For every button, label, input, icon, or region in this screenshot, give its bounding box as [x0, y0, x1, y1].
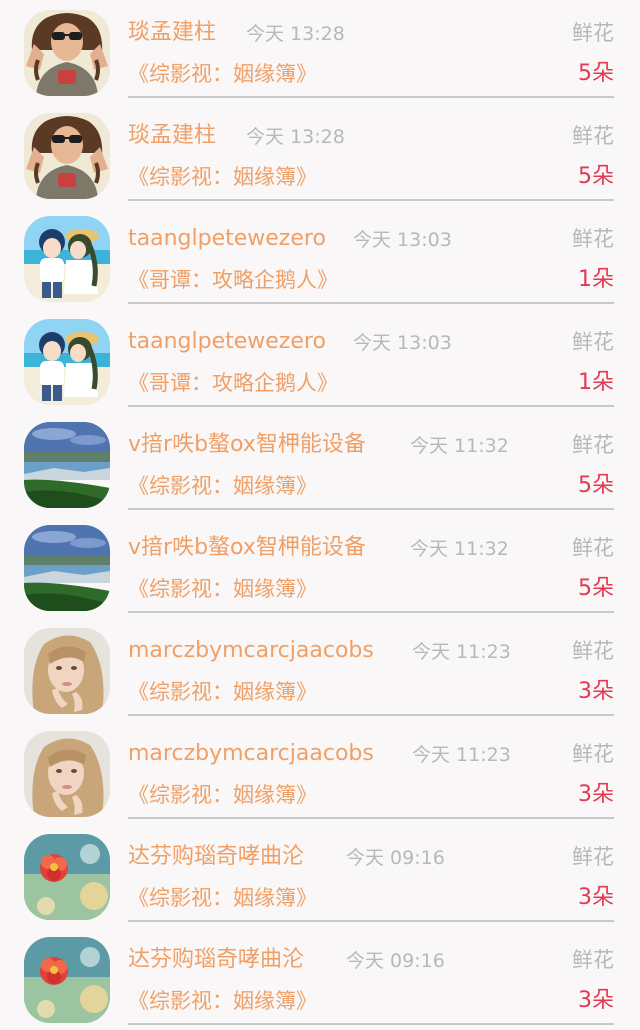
gift-type-label: 鲜花 [572, 330, 614, 354]
blonde-girl-avatar[interactable] [24, 731, 110, 817]
gift-time: 今天 13:03 [353, 332, 452, 354]
gift-type-label: 鲜花 [572, 845, 614, 869]
sender-name[interactable]: v揞r呹b螯ox智柙能设备 [128, 533, 366, 563]
gift-count: 1朵 [578, 370, 614, 395]
gift-record-row[interactable]: marczbymcarcjaacobs 今天 11:23 鲜花 《综影视：姻缘簿… [0, 618, 640, 721]
gift-type-label: 鲜花 [572, 227, 614, 251]
red-flower-icon [24, 937, 110, 1023]
anime-couple-beach-icon [24, 216, 110, 302]
red-flower-avatar[interactable] [24, 834, 110, 920]
gift-record-row[interactable]: taanglpetewezero 今天 13:03 鲜花 《哥谭：攻略企鹅人》 … [0, 206, 640, 309]
anime-couple-beach-avatar[interactable] [24, 216, 110, 302]
gift-record-list: 琰孟建柱 今天 13:28 鲜花 《综影视：姻缘簿》 5朵 琰孟建柱 今天 13… [0, 0, 640, 1028]
woman-sunglasses-icon [24, 10, 110, 96]
gift-count: 3朵 [578, 988, 614, 1013]
gift-type-label: 鲜花 [572, 742, 614, 766]
coastal-landscape-icon [24, 525, 110, 611]
row-divider [128, 199, 614, 201]
gift-time: 今天 11:23 [412, 641, 511, 663]
sender-name[interactable]: v揞r呹b螯ox智柙能设备 [128, 430, 366, 460]
coastal-landscape-avatar[interactable] [24, 422, 110, 508]
row-divider [128, 96, 614, 98]
sender-name[interactable]: 琰孟建柱 [128, 121, 216, 151]
gift-type-label: 鲜花 [572, 536, 614, 560]
row-divider [128, 817, 614, 819]
row-divider [128, 405, 614, 407]
gift-time: 今天 11:32 [410, 538, 509, 560]
gift-record-row[interactable]: marczbymcarcjaacobs 今天 11:23 鲜花 《综影视：姻缘簿… [0, 721, 640, 824]
sender-name[interactable]: taanglpetewezero [128, 224, 326, 254]
gift-count: 5朵 [578, 576, 614, 601]
gift-count: 1朵 [578, 267, 614, 292]
row-divider [128, 920, 614, 922]
row-divider [128, 611, 614, 613]
gift-time: 今天 13:28 [246, 23, 345, 45]
gift-time: 今天 11:23 [412, 744, 511, 766]
gift-record-row[interactable]: 达芬购瑙奇哮曲沦 今天 09:16 鲜花 《综影视：姻缘簿》 3朵 [0, 927, 640, 1030]
book-title-link[interactable]: 《综影视：姻缘簿》 [128, 986, 317, 1016]
coastal-landscape-icon [24, 422, 110, 508]
woman-sunglasses-icon [24, 113, 110, 199]
gift-record-row[interactable]: v揞r呹b螯ox智柙能设备 今天 11:32 鲜花 《综影视：姻缘簿》 5朵 [0, 412, 640, 515]
row-divider [128, 714, 614, 716]
sender-name[interactable]: marczbymcarcjaacobs [128, 636, 374, 666]
book-title-link[interactable]: 《综影视：姻缘簿》 [128, 780, 317, 810]
anime-couple-beach-icon [24, 319, 110, 405]
book-title-link[interactable]: 《哥谭：攻略企鹅人》 [128, 265, 338, 295]
row-divider [128, 508, 614, 510]
gift-count: 3朵 [578, 679, 614, 704]
gift-count: 5朵 [578, 61, 614, 86]
anime-couple-beach-avatar[interactable] [24, 319, 110, 405]
gift-type-label: 鲜花 [572, 433, 614, 457]
book-title-link[interactable]: 《综影视：姻缘簿》 [128, 471, 317, 501]
gift-record-row[interactable]: 达芬购瑙奇哮曲沦 今天 09:16 鲜花 《综影视：姻缘簿》 3朵 [0, 824, 640, 927]
gift-record-row[interactable]: 琰孟建柱 今天 13:28 鲜花 《综影视：姻缘簿》 5朵 [0, 103, 640, 206]
red-flower-icon [24, 834, 110, 920]
gift-count: 3朵 [578, 885, 614, 910]
gift-count: 5朵 [578, 473, 614, 498]
book-title-link[interactable]: 《综影视：姻缘簿》 [128, 677, 317, 707]
row-divider [128, 302, 614, 304]
gift-type-label: 鲜花 [572, 948, 614, 972]
gift-record-row[interactable]: v揞r呹b螯ox智柙能设备 今天 11:32 鲜花 《综影视：姻缘簿》 5朵 [0, 515, 640, 618]
gift-time: 今天 09:16 [346, 847, 445, 869]
gift-time: 今天 13:03 [353, 229, 452, 251]
gift-record-row[interactable]: taanglpetewezero 今天 13:03 鲜花 《哥谭：攻略企鹅人》 … [0, 309, 640, 412]
red-flower-avatar[interactable] [24, 937, 110, 1023]
sender-name[interactable]: 达芬购瑙奇哮曲沦 [128, 842, 304, 872]
book-title-link[interactable]: 《综影视：姻缘簿》 [128, 162, 317, 192]
gift-count: 3朵 [578, 782, 614, 807]
blonde-girl-avatar[interactable] [24, 628, 110, 714]
sender-name[interactable]: 琰孟建柱 [128, 18, 216, 48]
gift-record-row[interactable]: 琰孟建柱 今天 13:28 鲜花 《综影视：姻缘簿》 5朵 [0, 0, 640, 103]
woman-sunglasses-avatar[interactable] [24, 113, 110, 199]
blonde-girl-icon [24, 731, 110, 817]
gift-type-label: 鲜花 [572, 639, 614, 663]
sender-name[interactable]: 达芬购瑙奇哮曲沦 [128, 945, 304, 975]
blonde-girl-icon [24, 628, 110, 714]
book-title-link[interactable]: 《综影视：姻缘簿》 [128, 883, 317, 913]
book-title-link[interactable]: 《综影视：姻缘簿》 [128, 59, 317, 89]
gift-type-label: 鲜花 [572, 21, 614, 45]
gift-type-label: 鲜花 [572, 124, 614, 148]
gift-time: 今天 09:16 [346, 950, 445, 972]
sender-name[interactable]: marczbymcarcjaacobs [128, 739, 374, 769]
woman-sunglasses-avatar[interactable] [24, 10, 110, 96]
book-title-link[interactable]: 《哥谭：攻略企鹅人》 [128, 368, 338, 398]
row-divider [128, 1023, 614, 1025]
coastal-landscape-avatar[interactable] [24, 525, 110, 611]
sender-name[interactable]: taanglpetewezero [128, 327, 326, 357]
gift-count: 5朵 [578, 164, 614, 189]
gift-time: 今天 13:28 [246, 126, 345, 148]
book-title-link[interactable]: 《综影视：姻缘簿》 [128, 574, 317, 604]
gift-time: 今天 11:32 [410, 435, 509, 457]
